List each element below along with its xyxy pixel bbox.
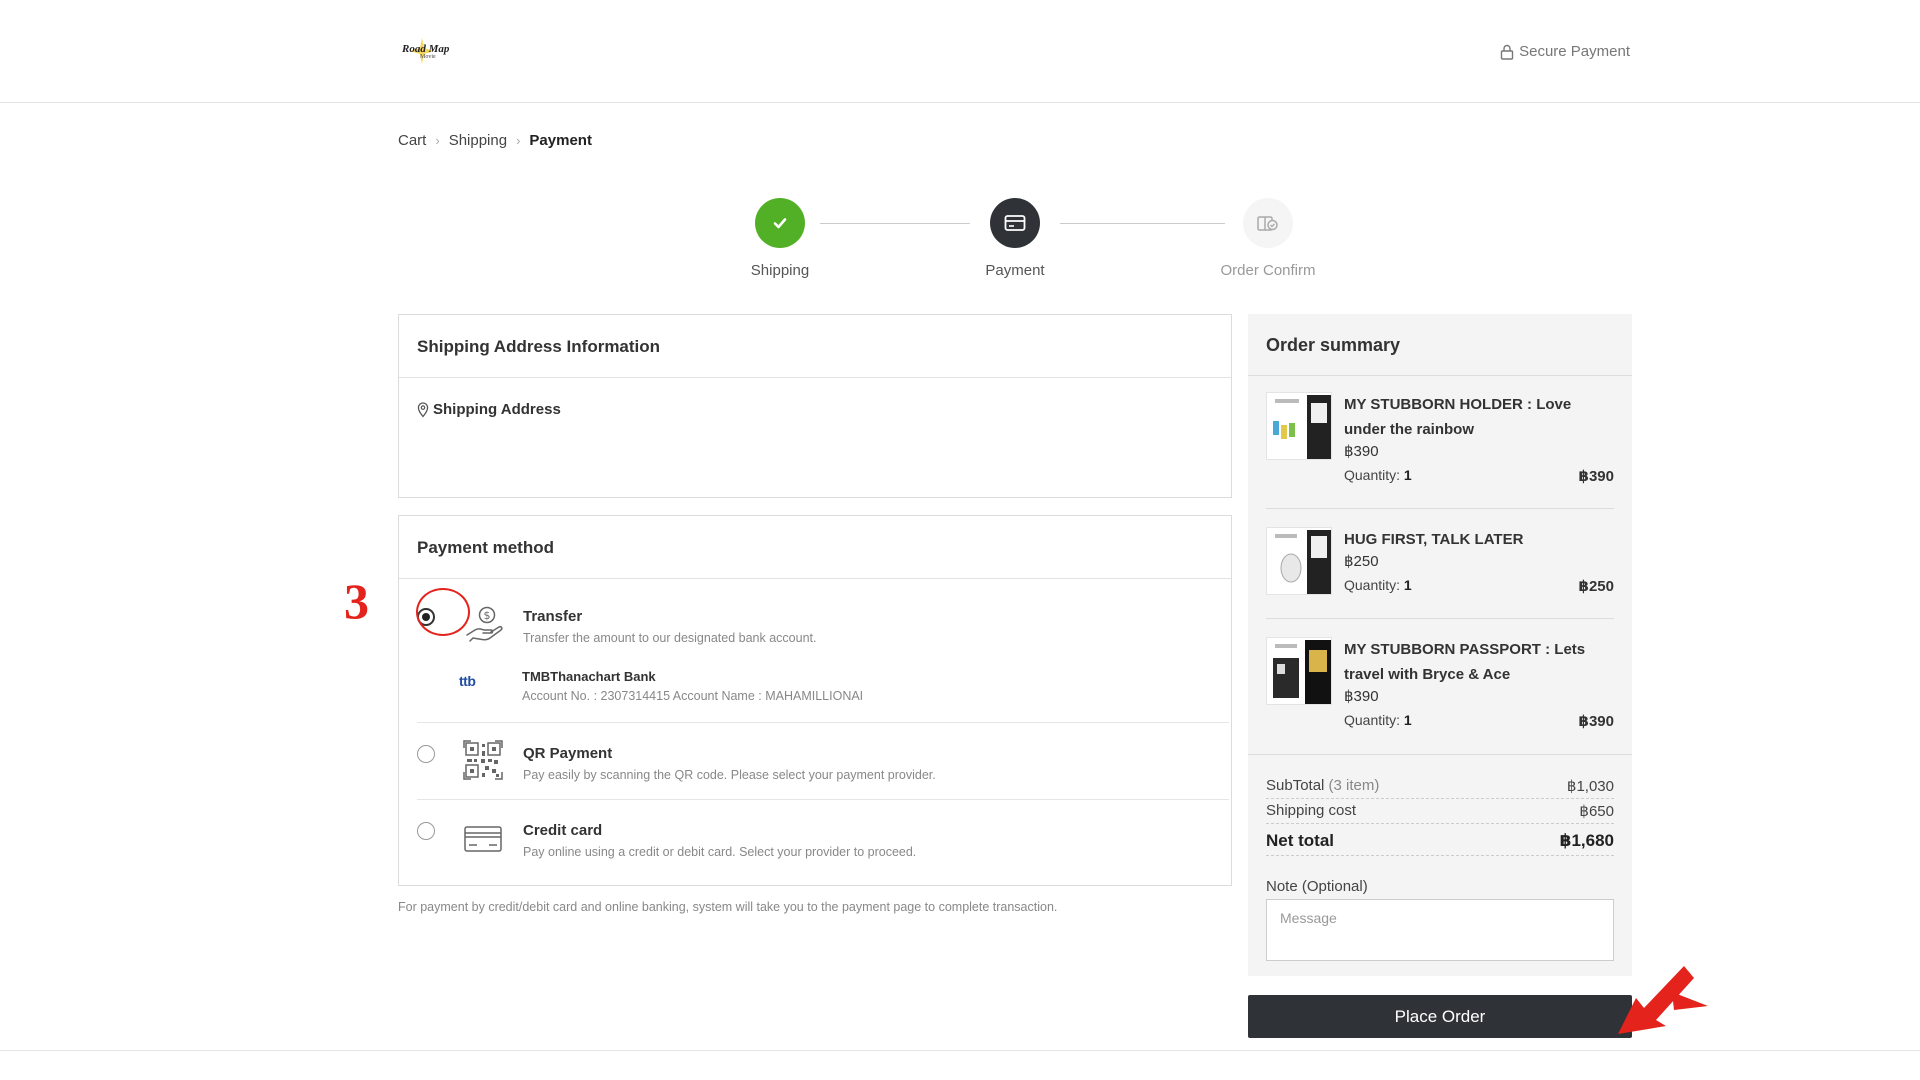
divider xyxy=(1248,754,1632,755)
item-total: ฿390 xyxy=(1578,468,1614,485)
shipping-address-panel: Shipping Address Information Shipping Ad… xyxy=(398,314,1232,498)
divider xyxy=(1266,798,1614,799)
payment-footnote: For payment by credit/debit card and onl… xyxy=(398,900,1058,914)
note-label: Note (Optional) xyxy=(1266,878,1368,895)
ttb-bank-logo: ttb xyxy=(459,673,476,689)
option-title-credit-card: Credit card xyxy=(523,822,603,839)
order-summary-panel: Order summary MY STUBBORN HOLDER : Love … xyxy=(1248,314,1632,976)
summary-item: MY STUBBORN PASSPORT : Lets travel with … xyxy=(1266,637,1614,747)
divider xyxy=(417,722,1229,723)
net-total-label: Net total xyxy=(1266,831,1334,850)
step-label: Payment xyxy=(985,262,1045,279)
location-pin-icon xyxy=(417,401,429,418)
option-title-qr: QR Payment xyxy=(523,745,613,762)
step-payment: Payment xyxy=(945,198,1085,279)
chevron-right-icon: › xyxy=(516,133,521,148)
subtotal-count: (3 item) xyxy=(1328,777,1380,794)
quantity-label: Quantity: xyxy=(1344,577,1401,593)
shipping-panel-title: Shipping Address Information xyxy=(399,315,1231,378)
item-name: MY STUBBORN HOLDER : Love under the rain… xyxy=(1344,396,1572,438)
divider xyxy=(1266,508,1614,509)
secure-payment-indicator: Secure Payment xyxy=(1500,43,1630,60)
checkout-stepper: Shipping Payment Order Confirm xyxy=(700,198,1340,288)
breadcrumb-payment: Payment xyxy=(529,132,592,149)
shipping-address-label: Shipping Address xyxy=(417,401,561,418)
step-label: Order Confirm xyxy=(1220,262,1316,279)
radio-qr-payment[interactable] xyxy=(417,745,435,763)
option-desc-transfer: Transfer the amount to our designated ba… xyxy=(523,631,817,645)
item-name: MY STUBBORN PASSPORT : Lets travel with … xyxy=(1344,641,1586,683)
quantity-label: Quantity: xyxy=(1344,467,1401,483)
logo-subtext: Movie xyxy=(420,54,436,60)
card-icon xyxy=(990,198,1040,248)
divider xyxy=(1266,823,1614,824)
net-total-value: ฿1,680 xyxy=(1559,831,1614,850)
secure-payment-label: Secure Payment xyxy=(1519,43,1630,60)
header: Road Map Movie Secure Payment xyxy=(0,0,1920,103)
annotation-circle xyxy=(416,588,470,636)
annotation-step-number: 3 xyxy=(344,573,369,629)
item-price: ฿390 xyxy=(1344,443,1379,460)
item-quantity: Quantity: 1 xyxy=(1344,577,1412,593)
product-thumbnail[interactable] xyxy=(1266,637,1332,705)
box-check-icon xyxy=(1243,198,1293,248)
payment-method-panel: Payment method $ Transfer Transfer the a… xyxy=(398,515,1232,886)
summary-item: HUG FIRST, TALK LATER ฿250 Quantity: 1 ฿… xyxy=(1266,527,1614,607)
step-label: Shipping xyxy=(750,262,810,279)
item-name: HUG FIRST, TALK LATER xyxy=(1344,531,1524,548)
place-order-button[interactable]: Place Order xyxy=(1248,995,1632,1038)
bank-name: TMBThanachart Bank xyxy=(522,669,656,684)
item-price: ฿250 xyxy=(1344,553,1379,570)
qr-code-icon xyxy=(463,740,505,782)
site-logo[interactable]: Road Map Movie xyxy=(398,36,456,66)
credit-card-icon xyxy=(463,818,505,860)
shipping-cost-row: Shipping cost ฿650 xyxy=(1266,802,1614,820)
breadcrumb-cart[interactable]: Cart xyxy=(398,132,426,149)
subtotal-label: SubTotal (3 item) xyxy=(1266,777,1379,795)
option-desc-credit-card: Pay online using a credit or debit card.… xyxy=(523,845,917,859)
breadcrumb: Cart › Shipping › Payment xyxy=(398,132,592,149)
summary-item: MY STUBBORN HOLDER : Love under the rain… xyxy=(1266,392,1614,502)
item-price: ฿390 xyxy=(1344,688,1379,705)
subtotal-row: SubTotal (3 item) ฿1,030 xyxy=(1266,777,1614,795)
divider xyxy=(417,799,1229,800)
bank-account: Account No. : 2307314415 Account Name : … xyxy=(522,689,864,703)
step-shipping: Shipping xyxy=(710,198,850,279)
quantity-value: 1 xyxy=(1403,712,1412,728)
quantity-value: 1 xyxy=(1403,467,1412,483)
chevron-right-icon: › xyxy=(435,133,440,148)
subtotal-value: ฿1,030 xyxy=(1566,778,1614,795)
option-desc-qr: Pay easily by scanning the QR code. Plea… xyxy=(523,768,936,782)
net-total-row: Net total ฿1,680 xyxy=(1266,831,1614,851)
order-summary-title: Order summary xyxy=(1248,314,1632,376)
divider xyxy=(1266,855,1614,856)
step-order-confirm: Order Confirm xyxy=(1198,198,1338,279)
quantity-label: Quantity: xyxy=(1344,712,1401,728)
shipping-address-text: Shipping Address xyxy=(433,401,561,418)
lock-icon xyxy=(1500,44,1514,60)
item-total: ฿390 xyxy=(1578,713,1614,730)
option-title-transfer: Transfer xyxy=(523,608,583,625)
note-textarea[interactable]: Message xyxy=(1266,899,1614,961)
quantity-value: 1 xyxy=(1403,577,1412,593)
svg-text:$: $ xyxy=(484,609,491,622)
divider xyxy=(1266,618,1614,619)
subtotal-text: SubTotal xyxy=(1266,777,1325,794)
shipping-cost-label: Shipping cost xyxy=(1266,802,1357,819)
item-quantity: Quantity: 1 xyxy=(1344,467,1412,483)
payment-panel-title: Payment method xyxy=(399,516,1231,579)
annotation-arrow-icon xyxy=(1618,966,1708,1034)
product-thumbnail[interactable] xyxy=(1266,527,1332,595)
page-footer-edge xyxy=(0,1050,1920,1080)
product-thumbnail[interactable] xyxy=(1266,392,1332,460)
check-icon xyxy=(755,198,805,248)
breadcrumb-shipping[interactable]: Shipping xyxy=(449,132,507,149)
radio-credit-card[interactable] xyxy=(417,822,435,840)
shipping-cost-value: ฿650 xyxy=(1579,803,1614,820)
item-total: ฿250 xyxy=(1578,578,1614,595)
item-quantity: Quantity: 1 xyxy=(1344,712,1412,728)
